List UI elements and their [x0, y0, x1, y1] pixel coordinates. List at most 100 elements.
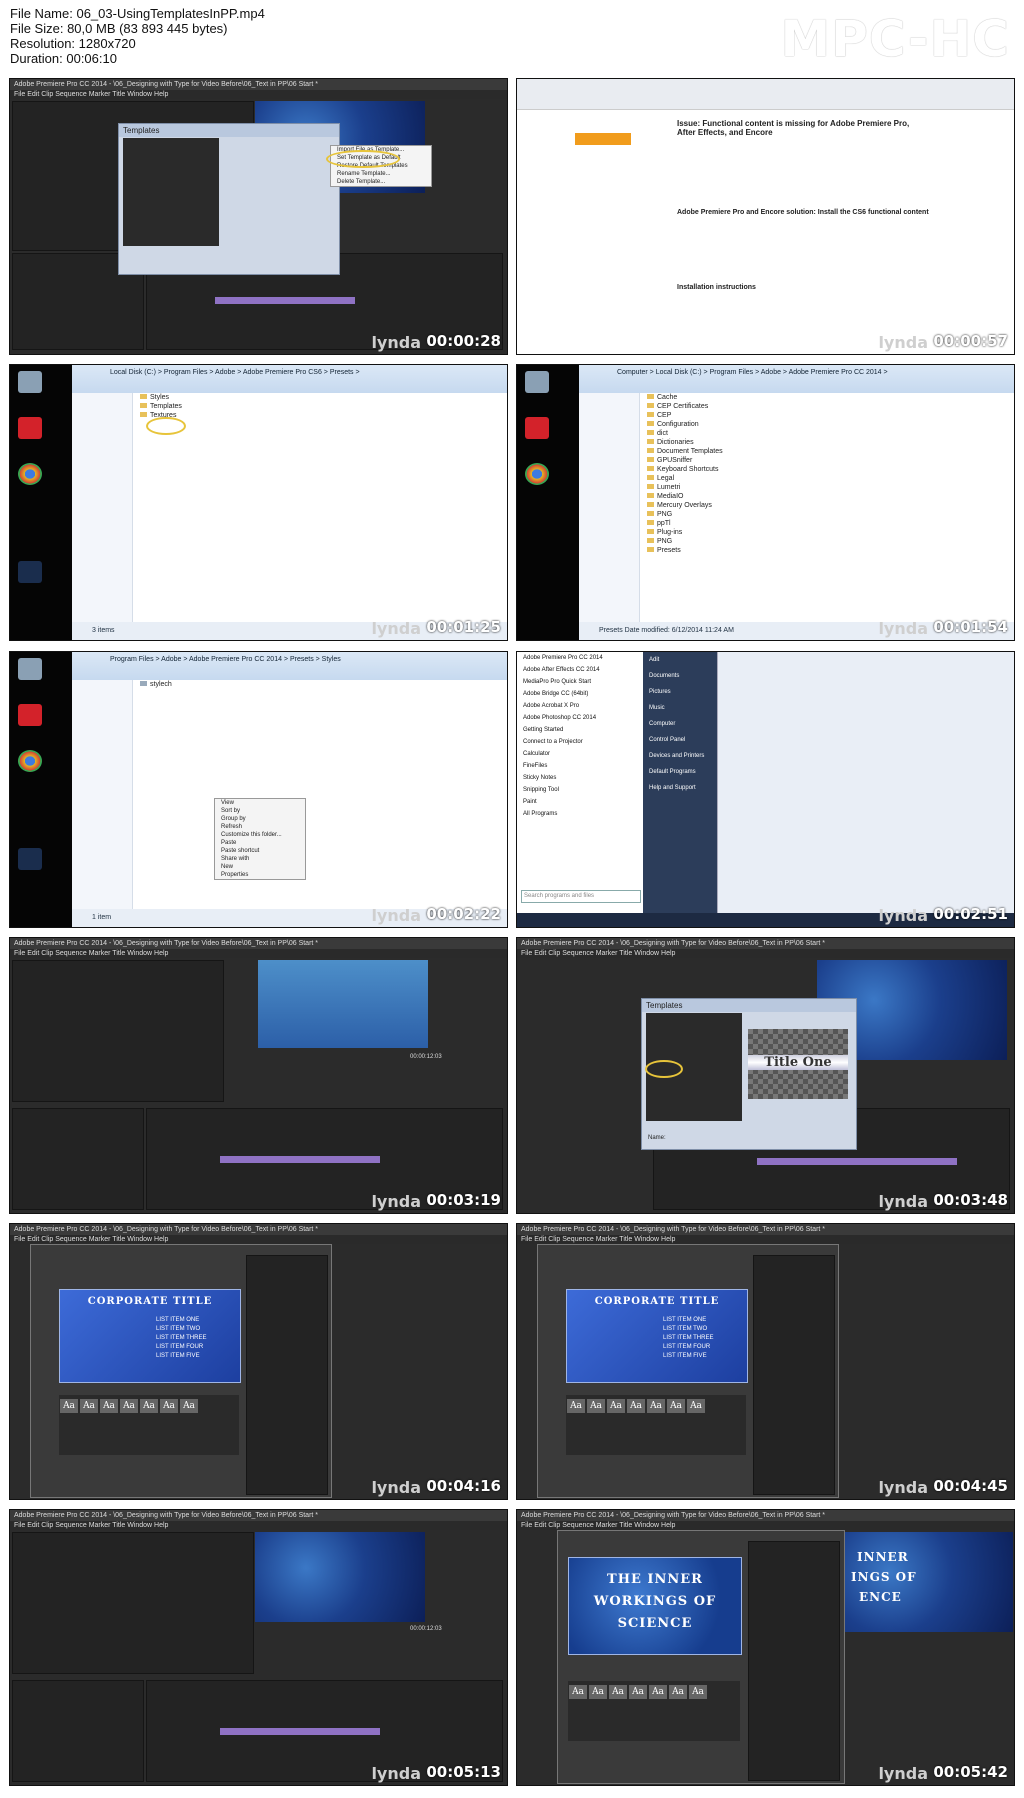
- start-program-item[interactable]: Sticky Notes: [517, 772, 643, 784]
- start-program-item[interactable]: Connect to a Projector: [517, 736, 643, 748]
- list-item[interactable]: Legal: [641, 474, 1014, 483]
- address-path[interactable]: Local Disk (C:) > Program Files > Adobe …: [110, 369, 360, 376]
- navigation-pane[interactable]: [72, 393, 133, 622]
- recycle-bin-icon[interactable]: [18, 658, 42, 680]
- start-program-item[interactable]: Adobe Bridge CC (64bit): [517, 688, 643, 700]
- start-program-item[interactable]: Getting Started: [517, 724, 643, 736]
- lightroom-icon[interactable]: [18, 848, 42, 870]
- start-program-item[interactable]: All Programs: [517, 808, 643, 820]
- context-menu-item[interactable]: Paste: [215, 839, 305, 847]
- start-place-item[interactable]: Adit: [643, 652, 717, 668]
- title-properties[interactable]: [246, 1255, 328, 1495]
- card-list-item[interactable]: LIST ITEM FOUR: [663, 1343, 713, 1352]
- list-item[interactable]: ppTl: [641, 519, 1014, 528]
- list-item[interactable]: Textures: [134, 411, 507, 420]
- thumbnail-8[interactable]: Adobe Premiere Pro CC 2014 - \06_Designi…: [516, 937, 1015, 1214]
- card-list-item[interactable]: LIST ITEM ONE: [156, 1316, 206, 1325]
- thumbnail-10[interactable]: Adobe Premiere Pro CC 2014 - \06_Designi…: [516, 1223, 1015, 1500]
- titler-window[interactable]: CORPORATE TITLE LIST ITEM ONE LIST ITEM T…: [537, 1244, 839, 1498]
- start-program-item[interactable]: Paint: [517, 796, 643, 808]
- context-menu-item[interactable]: Paste shortcut: [215, 847, 305, 855]
- thumbnail-2[interactable]: Issue: Functional content is missing for…: [516, 78, 1015, 355]
- start-place-item[interactable]: Music: [643, 700, 717, 716]
- title-styles[interactable]: Aa Aa Aa Aa Aa Aa Aa: [568, 1681, 740, 1741]
- chrome-icon[interactable]: [18, 463, 42, 485]
- thumbnail-12[interactable]: Adobe Premiere Pro CC 2014 - \06_Designi…: [516, 1509, 1015, 1786]
- start-program-item[interactable]: MediaPro Pro Quick Start: [517, 676, 643, 688]
- list-item[interactable]: MediaIO: [641, 492, 1014, 501]
- title-styles[interactable]: Aa Aa Aa Aa Aa Aa Aa: [566, 1395, 746, 1455]
- list-item[interactable]: Dictionaries: [641, 438, 1014, 447]
- timeline-clip[interactable]: [757, 1158, 957, 1165]
- title-canvas[interactable]: CORPORATE TITLE LIST ITEM ONE LIST ITEM T…: [59, 1289, 241, 1383]
- navigation-pane[interactable]: [72, 680, 133, 909]
- card-list-item[interactable]: LIST ITEM FIVE: [156, 1352, 206, 1361]
- list-item[interactable]: stylech: [134, 680, 507, 689]
- title-canvas[interactable]: CORPORATE TITLE LIST ITEM ONE LIST ITEM T…: [566, 1289, 748, 1383]
- start-place-item[interactable]: Documents: [643, 668, 717, 684]
- list-item[interactable]: Configuration: [641, 420, 1014, 429]
- thumbnail-7[interactable]: Adobe Premiere Pro CC 2014 - \06_Designi…: [9, 937, 508, 1214]
- start-place-item[interactable]: Control Panel: [643, 732, 717, 748]
- titler-window[interactable]: THE INNER WORKINGS OF SCIENCE Aa Aa Aa Aa Aa…: [557, 1530, 845, 1784]
- recycle-bin-icon[interactable]: [525, 371, 549, 393]
- title-properties[interactable]: [748, 1541, 840, 1781]
- list-item[interactable]: Keyboard Shortcuts: [641, 465, 1014, 474]
- start-program-item[interactable]: Adobe Premiere Pro CC 2014: [517, 652, 643, 664]
- thumbnail-9[interactable]: Adobe Premiere Pro CC 2014 - \06_Designi…: [9, 1223, 508, 1500]
- context-menu-item[interactable]: Properties: [215, 871, 305, 879]
- list-item[interactable]: Presets: [641, 546, 1014, 555]
- start-program-item[interactable]: Adobe Photoshop CC 2014: [517, 712, 643, 724]
- adobe-cc-icon[interactable]: [18, 417, 42, 439]
- start-program-item[interactable]: Adobe Acrobat X Pro: [517, 700, 643, 712]
- menu-delete-template[interactable]: Delete Template...: [331, 178, 431, 186]
- thumbnail-1[interactable]: Adobe Premiere Pro CC 2014 - \06_Designi…: [9, 78, 508, 355]
- start-search-input[interactable]: Search programs and files: [521, 890, 641, 903]
- card-list-item[interactable]: LIST ITEM FIVE: [663, 1352, 713, 1361]
- context-menu-item[interactable]: Customize this folder...: [215, 831, 305, 839]
- thumbnail-3[interactable]: Local Disk (C:) > Program Files > Adobe …: [9, 364, 508, 641]
- context-menu-item[interactable]: Sort by: [215, 807, 305, 815]
- file-list[interactable]: Cache CEP Certificates CEP Configuration dic…: [641, 393, 1014, 622]
- thumbnail-4[interactable]: Computer > Local Disk (C:) > Program Fil…: [516, 364, 1015, 641]
- start-place-item[interactable]: Computer: [643, 716, 717, 732]
- list-item[interactable]: Templates: [134, 402, 507, 411]
- titler-window[interactable]: CORPORATE TITLE LIST ITEM ONE LIST ITEM T…: [30, 1244, 332, 1498]
- lightroom-icon[interactable]: [18, 561, 42, 583]
- chrome-icon[interactable]: [18, 750, 42, 772]
- adobe-cc-icon[interactable]: [18, 704, 42, 726]
- start-programs-list[interactable]: Adobe Premiere Pro CC 2014 Adobe After Ef…: [517, 652, 643, 820]
- adobe-cc-icon[interactable]: [525, 417, 549, 439]
- start-program-item[interactable]: FineFiles: [517, 760, 643, 772]
- list-item[interactable]: CEP Certificates: [641, 402, 1014, 411]
- list-item[interactable]: CEP: [641, 411, 1014, 420]
- recycle-bin-icon[interactable]: [18, 371, 42, 393]
- file-list[interactable]: Styles Templates Textures: [134, 393, 507, 622]
- context-menu-item[interactable]: View: [215, 799, 305, 807]
- list-item[interactable]: Mercury Overlays: [641, 501, 1014, 510]
- card-list-item[interactable]: LIST ITEM TWO: [156, 1325, 206, 1334]
- list-item[interactable]: Document Templates: [641, 447, 1014, 456]
- start-menu[interactable]: Adobe Premiere Pro CC 2014 Adobe After Ef…: [517, 652, 718, 914]
- template-tree[interactable]: [123, 138, 219, 246]
- address-path[interactable]: Computer > Local Disk (C:) > Program Fil…: [617, 369, 888, 376]
- get-it-button[interactable]: [575, 133, 631, 145]
- title-properties[interactable]: [753, 1255, 835, 1495]
- start-program-item[interactable]: Calculator: [517, 748, 643, 760]
- context-menu[interactable]: View Sort by Group by Refresh Customize this…: [214, 798, 306, 880]
- menu-rename-template[interactable]: Rename Template...: [331, 170, 431, 178]
- start-place-item[interactable]: Help and Support: [643, 780, 717, 796]
- start-place-item[interactable]: Pictures: [643, 684, 717, 700]
- list-item[interactable]: Lumetri: [641, 483, 1014, 492]
- file-list[interactable]: stylech: [134, 680, 507, 909]
- context-menu-item[interactable]: Group by: [215, 815, 305, 823]
- thumbnail-5[interactable]: Program Files > Adobe > Adobe Premiere P…: [9, 651, 508, 928]
- timeline-clip[interactable]: [220, 1728, 380, 1735]
- title-styles[interactable]: Aa Aa Aa Aa Aa Aa Aa: [59, 1395, 239, 1455]
- list-item[interactable]: PNG: [641, 537, 1014, 546]
- card-list-item[interactable]: LIST ITEM FOUR: [156, 1343, 206, 1352]
- card-list-item[interactable]: LIST ITEM ONE: [663, 1316, 713, 1325]
- navigation-pane[interactable]: [579, 393, 640, 622]
- start-place-item[interactable]: Devices and Printers: [643, 748, 717, 764]
- templates-dialog[interactable]: Templates: [118, 123, 340, 275]
